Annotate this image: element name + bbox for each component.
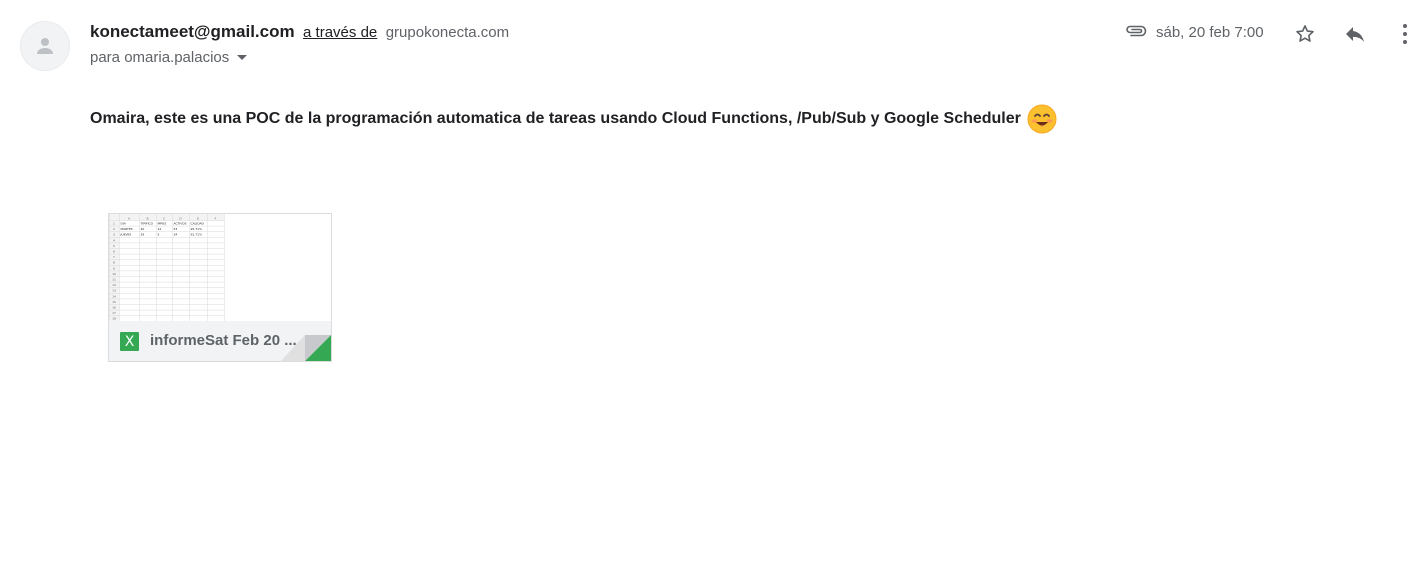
thumb-col-letter: B: [146, 216, 148, 220]
attachment-filename: informeSat Feb 20 ...: [150, 332, 297, 349]
thumb-row-number: 4: [113, 238, 115, 242]
attachment-thumbnail: A B C D E F 1 2 3 4 5 6 7 8 9 10 11 12 13 14 15 16 17 18 DIA TIPI…: [109, 214, 331, 322]
thumb-cell: 95.71%: [191, 227, 203, 231]
thumb-col-header-bg: [109, 214, 224, 221]
thumb-cell: 91.71%: [191, 233, 203, 237]
spreadsheet-preview: A B C D E F123456789101112131415161718DIA TIPI…: [109, 214, 225, 322]
recipient-label: para omaria.palacios: [90, 49, 230, 66]
thumb-row-number: 2: [113, 227, 115, 231]
thumb-row-number: 14: [112, 294, 116, 298]
thumb-cell: ACTIVOS: [174, 222, 187, 226]
thumb-cell: DIA: [121, 222, 127, 226]
thumb-col-letter: C: [163, 216, 165, 220]
thumb-row-number: 1: [113, 222, 115, 226]
thumb-cell: 12: [158, 227, 162, 231]
message-date: sáb, 20 feb 7:00: [1156, 24, 1264, 41]
thumb-cell: MPOS: [158, 222, 167, 226]
message-body: Omaira, este es una POC de la programaci…: [90, 104, 1057, 134]
attachment-card[interactable]: A B C D E F 1 2 3 4 5 6 7 8 9 10 11 12 13 14 15 16 17 18 DIA TIPI…: [108, 213, 332, 362]
thumb-cell: TIPIFICO: [140, 222, 154, 226]
page-fold-icon: [281, 335, 331, 361]
via-domain: grupokonecta.com: [385, 24, 510, 41]
thumb-cell: CALIDAD: [191, 222, 205, 226]
star-outline-icon: [1296, 25, 1314, 42]
thumb-cell: 5: [158, 233, 160, 237]
thumb-row-number: 15: [112, 300, 116, 304]
thumb-cell: 29: [141, 233, 145, 237]
thumb-row-number: 8: [113, 261, 115, 265]
thumb-row-number: 7: [113, 255, 115, 259]
thumb-row-number: 5: [113, 244, 115, 248]
sender-email[interactable]: konectameet@gmail.com: [90, 22, 295, 41]
thumb-cell: MARTES: [121, 227, 133, 231]
sender-avatar[interactable]: [20, 21, 70, 71]
excel-file-icon: X: [120, 332, 139, 351]
via-link[interactable]: a través de: [303, 24, 377, 41]
thumb-row-number: 13: [112, 289, 116, 293]
thumb-cell: 34: [174, 233, 178, 237]
thumb-row-number: 16: [112, 306, 116, 310]
thumb-col-letter: F: [215, 216, 217, 220]
smiling-face-icon: [1027, 104, 1057, 134]
person-icon: [37, 38, 53, 54]
thumb-row-number: 6: [113, 250, 115, 254]
thumb-row-number: 9: [113, 266, 115, 270]
message-body-text: Omaira, este es una POC de la programaci…: [90, 110, 1021, 127]
paperclip-icon: [1125, 24, 1147, 42]
thumb-cell: 40: [141, 227, 145, 231]
reply-icon: [1346, 27, 1364, 42]
thumb-row-number: 17: [112, 311, 116, 315]
caret-down-icon: [237, 55, 248, 60]
reply-button[interactable]: [1341, 20, 1369, 48]
thumb-cell: 53: [174, 227, 178, 231]
thumb-row-number: 10: [112, 272, 116, 276]
recipient-details-toggle[interactable]: para omaria.palacios: [90, 49, 248, 66]
thumb-col-letter: E: [197, 216, 199, 220]
sender-line: konectameet@gmail.com a través de grupok…: [90, 22, 509, 44]
thumb-row-number: 12: [112, 283, 116, 287]
thumb-row-number: 3: [113, 233, 115, 237]
more-options-button[interactable]: [1391, 20, 1417, 48]
more-vert-icon: [1403, 24, 1407, 44]
thumb-cell: JUEVES: [120, 233, 132, 237]
star-button[interactable]: [1291, 20, 1319, 48]
thumb-row-number: 11: [112, 278, 116, 282]
